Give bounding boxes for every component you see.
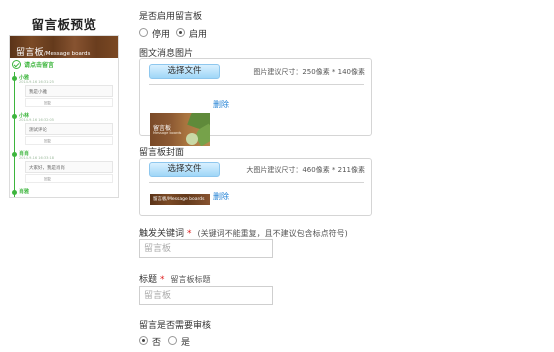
image-message-upload-box: 选择文件 图片建议尺寸：250像素 * 140像素 留言板 Message bo… bbox=[139, 58, 372, 146]
choose-file-button[interactable]: 选择文件 bbox=[149, 64, 220, 79]
timeline-dot bbox=[12, 114, 17, 119]
title-hint: 留言板标题 bbox=[170, 275, 211, 284]
phone-preview: 留言板/Message boards 请点击留言 小雅 2014-9-16 16… bbox=[9, 35, 119, 198]
review-label: 留言是否需要审核 bbox=[139, 321, 212, 331]
timeline-dot bbox=[12, 152, 17, 157]
disable-radio-label[interactable]: 停用 bbox=[152, 27, 170, 40]
leave-message-label: 请点击留言 bbox=[24, 62, 55, 69]
message-content: 大家好，我是肖肖 bbox=[25, 161, 113, 173]
required-mark: * bbox=[187, 229, 192, 239]
disable-radio[interactable] bbox=[139, 28, 148, 37]
enable-radio-label[interactable]: 启用 bbox=[189, 27, 207, 40]
required-mark: * bbox=[160, 275, 165, 285]
flower-decoration bbox=[186, 133, 198, 145]
divider bbox=[149, 182, 364, 183]
message-time: 2014-9-16 16:32:05 bbox=[19, 118, 54, 122]
timeline-dot bbox=[12, 76, 17, 81]
thumbnail-subtitle: Message boards bbox=[153, 131, 182, 135]
title-input[interactable] bbox=[139, 286, 273, 305]
cover-thumbnail: 留言板/Message boards bbox=[150, 194, 210, 205]
cover-upload-box: 选择文件 大图片建议尺寸：460像素 * 211像素 留言板/Message b… bbox=[139, 158, 372, 216]
timeline-line bbox=[14, 72, 15, 197]
cover-size-hint: 大图片建议尺寸：460像素 * 211像素 bbox=[246, 166, 365, 174]
delete-image-link[interactable]: 删除 bbox=[213, 99, 229, 110]
phone-header-banner: 留言板/Message boards bbox=[10, 36, 118, 58]
keyword-label-row: 触发关键词 * (关键词不能重复，且不建议包含标点符号) bbox=[139, 226, 348, 239]
cover-thumbnail-title: 留言板/Message boards bbox=[153, 197, 205, 202]
cover-label: 留言板封面 bbox=[139, 148, 185, 158]
keyword-hint: (关键词不能重复，且不建议包含标点符号) bbox=[197, 229, 348, 238]
preview-panel: 留言板预览 留言板/Message boards 请点击留言 小雅 2014-9… bbox=[0, 0, 128, 352]
message-content: 测试评论 bbox=[25, 123, 113, 135]
image-size-hint: 图片建议尺寸：250像素 * 140像素 bbox=[253, 68, 365, 76]
preview-title: 留言板预览 bbox=[31, 17, 97, 32]
message-time: 2014-9-16 16:33:18 bbox=[19, 156, 54, 160]
reply-button[interactable]: 回复 bbox=[25, 98, 113, 107]
message-content: 我是小雅 bbox=[25, 85, 113, 97]
review-no-label[interactable]: 否 bbox=[152, 335, 161, 348]
title-label-row: 标题 * 留言板标题 bbox=[139, 272, 211, 285]
delete-cover-link[interactable]: 删除 bbox=[213, 191, 229, 202]
phone-header-title: 留言板 bbox=[16, 48, 44, 58]
review-yes-label[interactable]: 是 bbox=[181, 335, 190, 348]
keyword-input[interactable] bbox=[139, 239, 273, 258]
timeline-dot bbox=[12, 190, 17, 195]
divider bbox=[149, 84, 364, 85]
message-author: 肖雅 bbox=[19, 189, 30, 195]
title-label: 标题 bbox=[139, 275, 158, 285]
image-message-thumbnail: 留言板 Message boards bbox=[150, 113, 210, 146]
message-time: 2014-9-16 16:31:25 bbox=[19, 80, 54, 84]
review-yes-radio[interactable] bbox=[168, 336, 177, 345]
enable-board-label: 是否启用留言板 bbox=[139, 12, 203, 22]
reply-button[interactable]: 回复 bbox=[25, 136, 113, 145]
phone-header-subtitle: /Message boards bbox=[43, 51, 91, 57]
review-no-radio[interactable] bbox=[139, 336, 148, 345]
keyword-label: 触发关键词 bbox=[139, 229, 185, 239]
reply-button[interactable]: 回复 bbox=[25, 174, 113, 183]
enable-radio[interactable] bbox=[176, 28, 185, 37]
check-circle-icon bbox=[12, 60, 21, 69]
choose-cover-button[interactable]: 选择文件 bbox=[149, 162, 220, 177]
